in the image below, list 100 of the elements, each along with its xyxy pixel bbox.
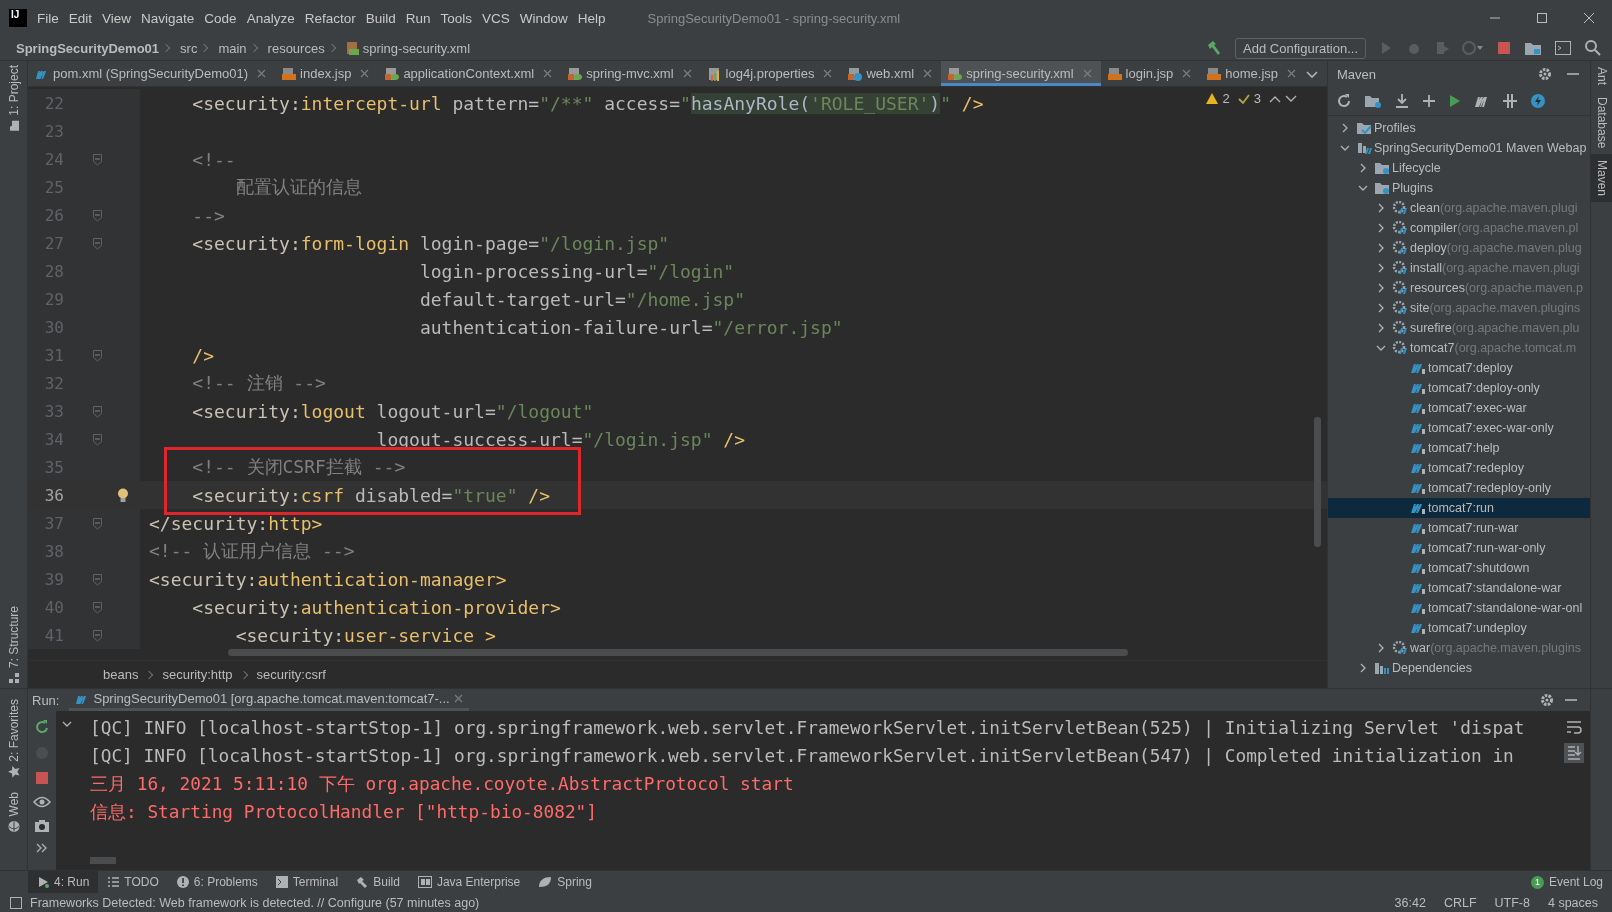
scrollbar[interactable] [90, 857, 116, 864]
tree-item[interactable]: tomcat7:run-war-only [1328, 538, 1590, 558]
tree-item[interactable]: tomcat7:deploy-only [1328, 378, 1590, 398]
menu-item[interactable]: Tools [440, 10, 472, 26]
close-icon[interactable] [453, 694, 463, 703]
run-icon[interactable] [1448, 93, 1462, 109]
tree-item[interactable]: tomcat7:redeploy-only [1328, 478, 1590, 498]
fold-marker-icon[interactable] [92, 236, 103, 250]
fold-marker-icon[interactable] [92, 432, 103, 446]
tree-item[interactable]: Dependencies [1328, 658, 1590, 678]
menu-item[interactable]: Build [365, 10, 396, 26]
lightning-icon[interactable] [1530, 93, 1546, 109]
scroll-to-end-icon[interactable] [1564, 743, 1584, 763]
tool-window-button[interactable]: TODO [98, 871, 168, 893]
tree-item[interactable]: tomcat7:run [1328, 498, 1590, 518]
tool-window-button[interactable]: Terminal [266, 871, 348, 893]
add-icon[interactable] [1422, 94, 1436, 108]
breadcrumb-item[interactable]: security:csrf [232, 667, 326, 682]
tree-item[interactable]: tomcat7:run-war [1328, 518, 1590, 538]
chevron-right-icon[interactable] [1376, 243, 1386, 253]
chevron-down-icon[interactable] [62, 719, 72, 729]
chevron-down-icon[interactable] [1340, 143, 1350, 153]
chevron-right-icon[interactable] [1376, 263, 1386, 273]
chevron-down-icon[interactable] [1376, 343, 1386, 353]
profiler-icon[interactable] [1462, 40, 1484, 56]
fold-marker-icon[interactable] [92, 600, 103, 614]
fold-marker-icon[interactable] [92, 404, 103, 418]
camera-icon[interactable] [34, 819, 50, 833]
menu-item[interactable]: VCS [482, 10, 510, 26]
editor-tab[interactable]: web.xml [841, 61, 942, 86]
editor-tab[interactable]: home.jsp [1200, 61, 1305, 86]
close-icon[interactable] [1182, 69, 1192, 78]
chevron-right-icon[interactable] [1376, 303, 1386, 313]
tree-item[interactable]: site(org.apache.maven.plugins [1328, 298, 1590, 318]
editor-tab[interactable]: login.jsp [1100, 61, 1201, 86]
more-icon[interactable] [36, 843, 48, 853]
editor-tab[interactable]: index.jsp [275, 61, 379, 86]
fold-marker-icon[interactable] [92, 516, 103, 530]
fold-marker-icon[interactable] [92, 572, 103, 586]
chevron-right-icon[interactable] [1376, 643, 1386, 653]
menu-item[interactable]: View [102, 10, 132, 26]
side-tool-tab[interactable]: 1: Project [6, 65, 21, 132]
soft-wrap-icon[interactable] [1565, 719, 1583, 735]
tree-item[interactable]: tomcat7:deploy [1328, 358, 1590, 378]
refresh-icon[interactable] [1336, 93, 1352, 109]
close-icon[interactable] [1287, 69, 1296, 78]
tree-item[interactable]: tomcat7:exec-war-only [1328, 418, 1590, 438]
menu-item[interactable]: Code [204, 10, 237, 26]
menu-item[interactable]: File [37, 10, 59, 26]
scrollbar[interactable] [228, 649, 1128, 656]
tree-item[interactable]: tomcat7:redeploy [1328, 458, 1590, 478]
menu-item[interactable]: Analyze [246, 10, 295, 26]
close-icon[interactable] [257, 69, 267, 78]
breadcrumb-item[interactable]: beans [103, 667, 139, 682]
breadcrumb-item[interactable]: SpringSecurityDemo01 [16, 40, 160, 56]
fold-marker-icon[interactable] [92, 152, 103, 166]
close-icon[interactable] [923, 69, 933, 78]
lightbulb-icon[interactable] [117, 487, 129, 503]
side-tool-tab[interactable]: Database [1591, 91, 1612, 155]
breadcrumb-item[interactable]: main [197, 40, 247, 56]
rerun-icon[interactable] [34, 719, 50, 735]
tree-item[interactable]: install(org.apache.maven.plugi [1328, 258, 1590, 278]
scrollbar[interactable] [1314, 417, 1321, 547]
side-tool-tab[interactable]: 7: Structure [6, 605, 21, 684]
tree-item[interactable]: deploy(org.apache.maven.plug [1328, 238, 1590, 258]
tree-item[interactable]: tomcat7:help [1328, 438, 1590, 458]
close-icon[interactable] [682, 69, 692, 78]
close-icon[interactable] [543, 69, 553, 78]
close-icon[interactable] [823, 69, 833, 78]
tool-window-button[interactable]: Java Enterprise [408, 871, 530, 893]
panel-toggle-icon[interactable] [10, 896, 22, 909]
chevron-right-icon[interactable] [1376, 203, 1386, 213]
chevron-right-icon[interactable] [1376, 223, 1386, 233]
add-configuration-button[interactable]: Add Configuration... [1235, 37, 1366, 59]
stop-icon[interactable] [1496, 40, 1512, 56]
menu-item[interactable]: Edit [68, 10, 93, 26]
project-structure-icon[interactable] [1524, 40, 1542, 56]
chevron-right-icon[interactable] [1358, 163, 1368, 173]
tree-item[interactable]: surefire(org.apache.maven.plu [1328, 318, 1590, 338]
close-icon[interactable] [360, 69, 370, 78]
status-item[interactable]: UTF-8 [1494, 895, 1530, 910]
tree-item[interactable]: Lifecycle [1328, 158, 1590, 178]
chevron-down-icon[interactable] [1358, 183, 1368, 193]
editor-tab[interactable]: spring-security.xml [941, 61, 1101, 86]
editor-tab[interactable]: log4j.properties [700, 61, 842, 86]
event-log-button[interactable]: 1 Event Log [1521, 871, 1612, 893]
chevron-right-icon[interactable] [1376, 323, 1386, 333]
tool-window-button[interactable]: Build [347, 871, 409, 893]
breadcrumb-item[interactable]: resources [246, 40, 325, 56]
tree-item[interactable]: war(org.apache.maven.plugins [1328, 638, 1590, 658]
tree-item[interactable]: Profiles [1328, 118, 1590, 138]
terminal-window-icon[interactable] [1554, 40, 1572, 56]
tree-item[interactable]: SpringSecurityDemo01 Maven Webap [1328, 138, 1590, 158]
settings-icon[interactable] [1538, 67, 1552, 81]
tree-item[interactable]: tomcat7:standalone-war [1328, 578, 1590, 598]
tree-item[interactable]: tomcat7:standalone-war-onl [1328, 598, 1590, 618]
maximize-icon[interactable] [1535, 12, 1548, 24]
close-icon[interactable] [1582, 12, 1595, 24]
menu-item[interactable]: Navigate [141, 10, 195, 26]
eye-icon[interactable] [33, 795, 51, 809]
